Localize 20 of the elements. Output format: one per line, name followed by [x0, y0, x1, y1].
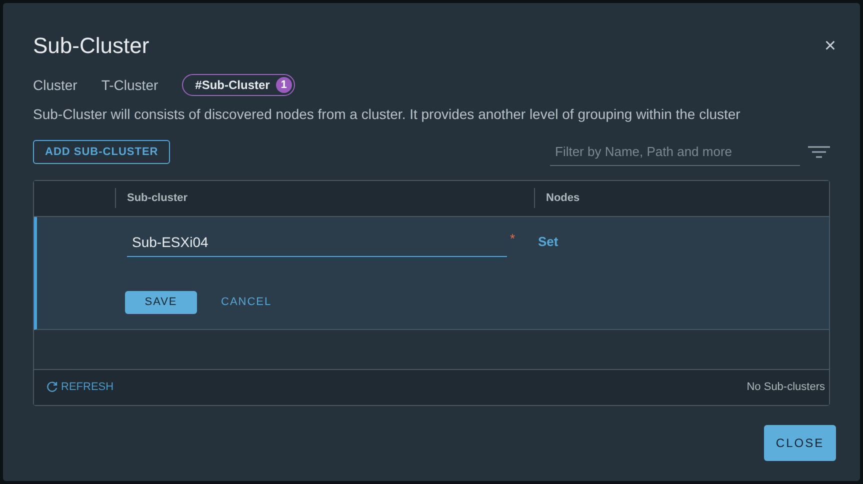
row-count-text: No Sub-clusters: [746, 380, 825, 395]
count-badge: 1: [276, 77, 292, 93]
refresh-icon: [46, 381, 58, 393]
refresh-button[interactable]: REFRESH: [46, 378, 114, 396]
sub-cluster-name-field[interactable]: Sub-ESXi04: [127, 228, 507, 256]
description-text: Sub-Cluster will consists of discovered nodes from a cluster. It provides another level of grouping within the cluster: [33, 105, 742, 124]
column-header: Sub-cluster: [116, 188, 535, 208]
breadcrumb-tab[interactable]: T-Cluster: [101, 74, 158, 96]
close-button[interactable]: CLOSE: [764, 424, 836, 460]
filter-icon[interactable]: [808, 146, 830, 158]
column-header: Nodes: [545, 190, 580, 206]
save-button[interactable]: SAVE: [125, 290, 197, 314]
cancel-button[interactable]: CANCEL: [209, 290, 284, 314]
dialog-title: Sub-Cluster: [33, 32, 150, 60]
breadcrumb-tab[interactable]: #Sub-Cluster 1: [182, 74, 295, 96]
filter-field[interactable]: Filter by Name, Path and more: [550, 139, 800, 166]
required-mark: *: [510, 230, 516, 248]
set-nodes-link[interactable]: Set: [538, 232, 558, 251]
breadcrumb-tab[interactable]: Cluster: [33, 74, 78, 96]
add-sub-cluster-button[interactable]: ADD SUB-CLUSTER: [33, 140, 170, 164]
